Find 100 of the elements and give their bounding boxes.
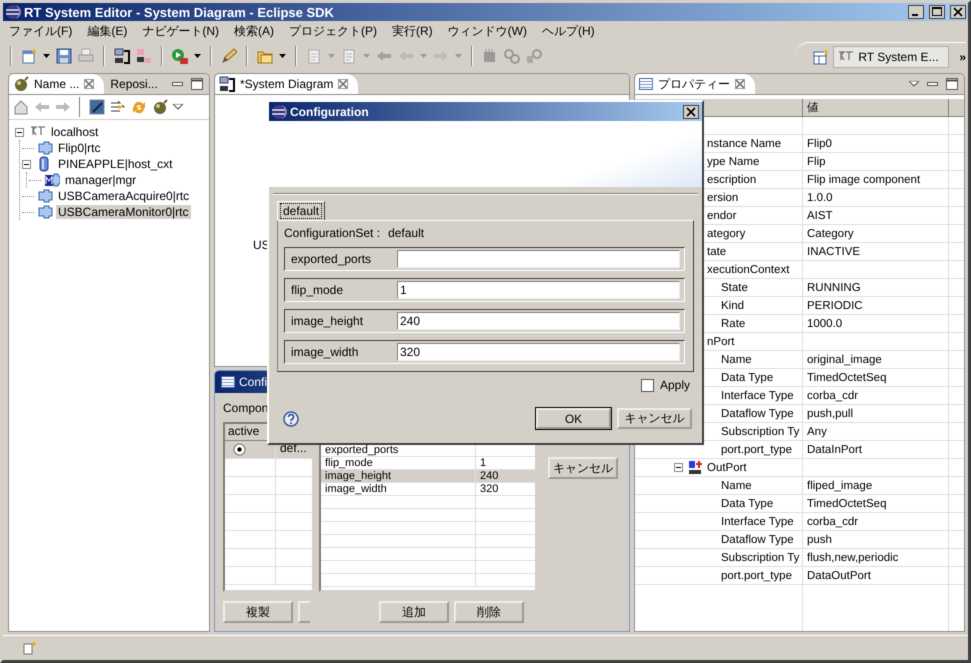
property-name: ategory: [707, 228, 746, 240]
menu-item[interactable]: 実行(R): [392, 22, 433, 40]
table-cell: image_width: [325, 483, 387, 495]
port-icon: [688, 460, 704, 476]
help-icon[interactable]: [283, 410, 299, 426]
image-icon[interactable]: [89, 99, 105, 115]
perspective-button[interactable]: RT System E...: [833, 46, 950, 68]
add-button[interactable]: 追加: [379, 601, 449, 623]
tree-item[interactable]: USBCameraMonitor0|rtc: [56, 205, 190, 219]
field-label: exported_ports: [291, 252, 372, 266]
property-name: xecutionContext: [707, 264, 790, 276]
more-button[interactable]: »: [959, 50, 966, 64]
input-field[interactable]: 240: [397, 312, 680, 330]
set-label: ConfigurationSet :: [284, 226, 380, 240]
input-field[interactable]: [397, 250, 680, 268]
manager-icon: [44, 172, 60, 188]
collapse-icon[interactable]: [22, 160, 31, 168]
table-cell: image_height: [325, 470, 392, 482]
caret-icon[interactable]: [194, 54, 201, 58]
view-menu-icon[interactable]: [173, 104, 183, 110]
set-name: default: [388, 226, 424, 240]
home-icon[interactable]: [13, 99, 29, 115]
connect-icon[interactable]: [114, 48, 130, 64]
property-name: Name: [721, 480, 752, 492]
plug-icon: [13, 76, 29, 92]
menu-item[interactable]: ヘルプ(H): [542, 22, 595, 40]
view-tab[interactable]: Reposi...: [106, 74, 168, 94]
cancel-button[interactable]: キャンセル: [548, 457, 618, 479]
disconnect-icon[interactable]: [136, 48, 152, 64]
property-name: Subscription Ty: [721, 552, 800, 564]
close-button[interactable]: [950, 5, 966, 19]
maximize-button[interactable]: [929, 5, 945, 19]
tree-item[interactable]: manager|mgr: [63, 173, 138, 187]
plug-icon[interactable]: [152, 99, 168, 115]
copy-button[interactable]: 複製: [223, 601, 293, 623]
minimize-button[interactable]: [908, 5, 924, 19]
view-tab[interactable]: プロパティー: [635, 74, 755, 94]
menu-item[interactable]: 検索(A): [234, 22, 274, 40]
new-file-icon[interactable]: [21, 48, 37, 64]
property-value: Flip image component: [807, 174, 920, 186]
app-icon: [271, 104, 287, 120]
table-cell: 240: [480, 470, 498, 482]
property-value: Flip0: [807, 138, 832, 150]
view-tab[interactable]: Name ...: [9, 74, 104, 94]
menu-item[interactable]: ウィンドウ(W): [448, 22, 527, 40]
property-value: AIST: [807, 210, 833, 222]
property-value: fliped_image: [807, 480, 872, 492]
tab[interactable]: default: [277, 201, 326, 220]
table-cell: exported_ports: [325, 444, 398, 456]
checkbox-label: Apply: [660, 378, 690, 392]
property-value: corba_cdr: [807, 390, 858, 402]
close-icon[interactable]: [338, 79, 348, 89]
close-button[interactable]: [683, 104, 699, 118]
maximize-icon[interactable]: [191, 78, 203, 90]
tree-item[interactable]: localhost: [49, 125, 100, 139]
checkbox[interactable]: [640, 378, 654, 392]
collapse-icon[interactable]: [15, 128, 24, 136]
collapse-icon[interactable]: [674, 463, 683, 472]
open-perspective-icon[interactable]: [813, 48, 830, 64]
dialog-title: Configuration: [290, 104, 369, 118]
window-title: RT System Editor - System Diagram - Eclipse SDK: [24, 4, 334, 20]
cancel-button[interactable]: キャンセル: [617, 408, 692, 429]
menu-item[interactable]: ナビゲート(N): [142, 22, 219, 40]
caret-icon[interactable]: [279, 54, 286, 58]
table-cell: 1: [480, 457, 486, 469]
property-value: TimedOctetSeq: [807, 498, 886, 510]
property-value: original_image: [807, 354, 882, 366]
property-name: Rate: [721, 318, 746, 330]
run-icon[interactable]: [172, 48, 188, 64]
property-value: INACTIVE: [807, 246, 860, 258]
property-value: RUNNING: [807, 282, 861, 294]
input-field[interactable]: 320: [397, 343, 680, 361]
table-icon: [639, 77, 653, 91]
view-tab[interactable]: Confi: [215, 375, 268, 389]
tree-item[interactable]: Flip0|rtc: [56, 141, 102, 155]
delete-button[interactable]: 削除: [454, 601, 524, 623]
caret-icon[interactable]: [43, 54, 50, 58]
save-icon[interactable]: [56, 48, 72, 64]
maximize-icon[interactable]: [946, 78, 958, 90]
menu-item[interactable]: 編集(E): [87, 22, 128, 40]
radio-button[interactable]: [233, 443, 246, 456]
tree-item[interactable]: USBCameraAcquire0|rtc: [56, 189, 192, 203]
component-icon: [37, 188, 53, 204]
ok-button[interactable]: OK: [536, 408, 611, 429]
input-field[interactable]: 1: [397, 281, 680, 299]
menu-item[interactable]: ファイル(F): [9, 22, 72, 40]
property-value: 1000.0: [807, 318, 842, 330]
property-name: tate: [707, 246, 726, 258]
tree-item[interactable]: PINEAPPLE|host_cxt: [56, 157, 175, 171]
editor-tab[interactable]: *System Diagram: [215, 74, 358, 94]
menu-item[interactable]: プロジェクト(P): [289, 22, 377, 40]
property-value: Flip: [807, 156, 826, 168]
view-menu-icon[interactable]: [909, 81, 919, 87]
close-icon[interactable]: [84, 79, 94, 89]
property-name: nstance Name: [707, 138, 782, 150]
close-icon[interactable]: [735, 79, 745, 89]
pencil-icon[interactable]: [221, 48, 237, 64]
property-value: 1.0.0: [807, 192, 833, 204]
status-icon[interactable]: [23, 640, 39, 656]
property-name: OutPort: [707, 462, 747, 474]
